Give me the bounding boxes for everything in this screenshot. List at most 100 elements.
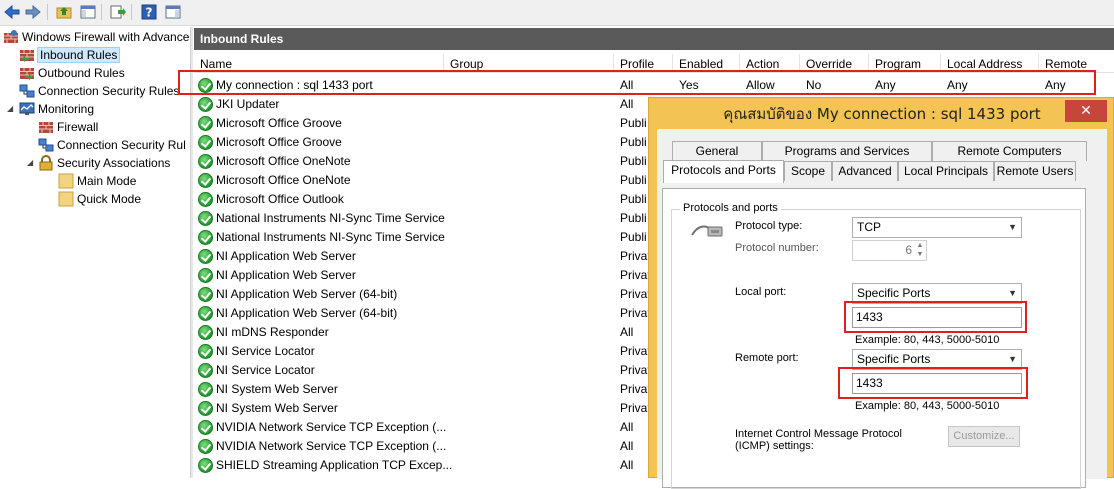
- tree-item-label: Quick Mode: [77, 192, 142, 206]
- close-button[interactable]: ✕: [1065, 100, 1107, 122]
- tab-local-principals[interactable]: Local Principals: [898, 161, 994, 181]
- help-icon[interactable]: ?: [139, 2, 159, 22]
- enabled-rule-icon: [198, 363, 213, 378]
- tree-item-inbound-rules[interactable]: Inbound Rules: [19, 46, 121, 64]
- enabled-rule-icon: [198, 439, 213, 454]
- customize-button[interactable]: Customize...: [948, 426, 1020, 447]
- enabled-rule-icon: [198, 382, 213, 397]
- rule-name: National Instruments NI-Sync Time Servic…: [216, 230, 445, 244]
- tree-item-label: Connection Security Rules: [38, 84, 180, 98]
- tree-item-firewall[interactable]: Firewall: [38, 118, 98, 136]
- enabled-rule-icon: [198, 401, 213, 416]
- highlight-annotation: [178, 70, 1096, 95]
- properties-dialog: คุณสมบัติของ My connection : sql 1433 po…: [648, 97, 1114, 489]
- tab-remote-users[interactable]: Remote Users: [994, 161, 1076, 181]
- protocol-number-label: Protocol number:: [735, 242, 819, 254]
- tree-item-label: Firewall: [57, 120, 99, 134]
- rule-profile: All: [620, 458, 634, 472]
- collapse-arrow-icon[interactable]: ◢: [27, 158, 33, 167]
- console-tree: Windows Firewall with Advance Inbound Ru…: [0, 27, 190, 478]
- rule-name: NVIDIA Network Service TCP Exception (..…: [216, 420, 447, 434]
- enabled-rule-icon: [198, 420, 213, 435]
- rule-name: National Instruments NI-Sync Time Servic…: [216, 211, 445, 225]
- rule-name: NVIDIA Network Service TCP Exception (..…: [216, 439, 447, 453]
- enabled-rule-icon: [198, 287, 213, 302]
- tab-programs-and-services[interactable]: Programs and Services: [762, 141, 932, 161]
- enabled-rule-icon: [198, 325, 213, 340]
- highlight-annotation: [844, 301, 1027, 333]
- folder-icon: [58, 191, 74, 207]
- rule-profile: Privat: [620, 268, 651, 282]
- rule-name: NI Service Locator: [216, 344, 315, 358]
- show-hide-action-pane-icon[interactable]: [163, 2, 183, 22]
- forward-icon[interactable]: [23, 2, 43, 22]
- connection-security-icon: [19, 84, 35, 98]
- rule-name: Microsoft Office Outlook: [216, 192, 344, 206]
- enabled-rule-icon: [198, 154, 213, 169]
- tree-root[interactable]: Windows Firewall with Advance: [3, 28, 189, 46]
- rule-profile: Privat: [620, 363, 651, 377]
- protocol-type-value: TCP: [857, 220, 881, 234]
- local-port-mode: Specific Ports: [857, 286, 931, 300]
- rule-profile: Privat: [620, 344, 651, 358]
- tree-item-main-mode[interactable]: Main Mode: [58, 172, 136, 190]
- outbound-rules-icon: [20, 68, 34, 80]
- tree-item-connection-security-rules[interactable]: Connection Security Rules: [19, 82, 179, 100]
- tree-item-label: Connection Security Rul: [57, 138, 186, 152]
- enabled-rule-icon: [198, 344, 213, 359]
- remote-port-example: Example: 80, 443, 5000-5010: [855, 400, 1000, 412]
- inbound-rules-icon: [20, 50, 34, 62]
- remote-port-mode: Specific Ports: [857, 352, 931, 366]
- panel-title: Inbound Rules: [194, 28, 1114, 50]
- enabled-rule-icon: [198, 211, 213, 226]
- rule-profile: Privat: [620, 401, 651, 415]
- icmp-label: (ICMP) settings:: [735, 440, 814, 452]
- enabled-rule-icon: [198, 458, 213, 473]
- tree-item-security-associations[interactable]: Security Associations: [38, 154, 170, 172]
- rule-name: Microsoft Office Groove: [216, 135, 342, 149]
- rule-profile: All: [620, 439, 634, 453]
- tree-item-label: Outbound Rules: [38, 66, 125, 80]
- tree-item-label: Security Associations: [57, 156, 171, 170]
- rule-profile: Privat: [620, 306, 651, 320]
- tab-protocols-and-ports[interactable]: Protocols and Ports: [663, 160, 784, 183]
- rule-name: Microsoft Office OneNote: [216, 173, 351, 187]
- dialog-body: General Programs and Services Remote Com…: [657, 129, 1107, 489]
- enabled-rule-icon: [198, 173, 213, 188]
- protocol-type-select[interactable]: TCP ▼: [852, 217, 1022, 238]
- connection-security-icon: [38, 138, 54, 152]
- rule-name: NI Application Web Server (64-bit): [216, 306, 398, 320]
- rule-name: Microsoft Office OneNote: [216, 154, 351, 168]
- remote-port-label: Remote port:: [735, 352, 799, 364]
- chevron-down-icon: ▼: [1008, 222, 1017, 232]
- rule-profile: Publi: [620, 211, 647, 225]
- back-icon[interactable]: [2, 2, 22, 22]
- export-list-icon[interactable]: [108, 2, 128, 22]
- highlight-annotation: [838, 367, 1028, 399]
- rule-name: NI Application Web Server: [216, 268, 356, 282]
- up-folder-icon[interactable]: [54, 2, 74, 22]
- rule-profile: Privat: [620, 287, 651, 301]
- tab-general[interactable]: General: [672, 141, 762, 161]
- tree-item-monitoring[interactable]: Monitoring: [19, 100, 94, 118]
- enabled-rule-icon: [198, 135, 213, 150]
- tree-item-quick-mode[interactable]: Quick Mode: [58, 190, 141, 208]
- collapse-arrow-icon[interactable]: ◢: [7, 104, 13, 113]
- local-port-example: Example: 80, 443, 5000-5010: [855, 334, 1000, 346]
- tree-item-outbound-rules[interactable]: Outbound Rules: [19, 64, 125, 82]
- tree-root-label: Windows Firewall with Advance: [22, 30, 190, 44]
- rule-name: JKI Updater: [216, 97, 280, 111]
- tab-scope[interactable]: Scope: [784, 161, 832, 181]
- rule-profile: All: [620, 420, 634, 434]
- tab-remote-computers[interactable]: Remote Computers: [932, 141, 1087, 161]
- rule-name: NI Application Web Server: [216, 249, 356, 263]
- show-hide-console-tree-icon[interactable]: [78, 2, 98, 22]
- rule-profile: Publi: [620, 154, 647, 168]
- rule-profile: Publi: [620, 173, 647, 187]
- rule-name: NI System Web Server: [216, 382, 338, 396]
- rule-name: NI Service Locator: [216, 363, 315, 377]
- tree-item-connection-security-rules-monitoring[interactable]: Connection Security Rul: [38, 136, 186, 154]
- rule-name: SHIELD Streaming Application TCP Excep..…: [216, 458, 453, 472]
- tab-advanced[interactable]: Advanced: [832, 161, 898, 181]
- monitoring-icon: [19, 102, 35, 115]
